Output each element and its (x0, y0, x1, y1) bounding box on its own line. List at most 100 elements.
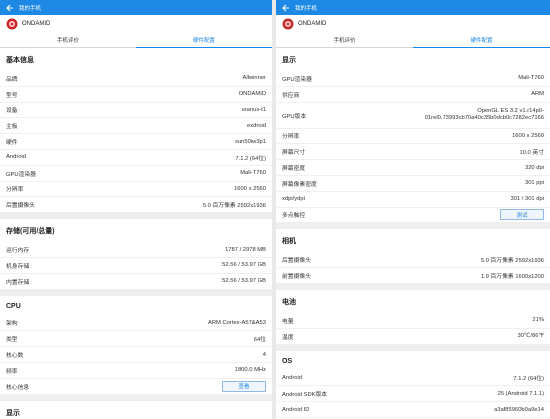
spec-value: 52.56 / 53.97 GB (222, 278, 266, 285)
spec-label: 类型 (6, 337, 18, 344)
spec-value: 301 / 301 dpi (510, 196, 544, 203)
spec-label: GPU渲染器 (6, 171, 36, 178)
right-screen: 我的手机 ONDAMID 手机评价 硬件配置 显示 GPU渲染器 Mali-T760… (276, 0, 550, 419)
spec-value: ARM Cortex-A57&A53 (208, 319, 266, 326)
tab-bar: 手机评价 硬件配置 (276, 33, 550, 48)
spec-label: 分辨率 (282, 134, 300, 141)
back-arrow-icon[interactable] (281, 0, 291, 15)
spec-value: Mali-T760 (518, 75, 544, 82)
spec-value: 1600 x 2560 (234, 185, 266, 192)
spec-label: Android (6, 154, 26, 161)
spec-label: xdpi/ydpi (282, 196, 305, 203)
spec-value: Mali-T760 (240, 170, 266, 177)
spec-label: Android (282, 374, 302, 381)
spec-row: GPU渲染器 Mali-T760 (0, 166, 272, 182)
spec-row: 类型 64位 (0, 331, 272, 348)
spec-value: a3af85960b0a9e14 (494, 406, 544, 413)
spec-label: GPU渲染器 (282, 76, 312, 83)
app-bar: 我的手机 (0, 0, 272, 15)
spec-label: 核心信息 (6, 384, 30, 391)
tab-phone-rating[interactable]: 手机评价 (0, 33, 136, 47)
spec-row: 电量 21% (276, 313, 550, 329)
spec-value: 25 (Android 7.1.1) (497, 390, 544, 397)
spec-label: 后置摄像头 (282, 258, 311, 265)
device-logo-icon (282, 18, 294, 30)
spec-value: 301 ppi (524, 180, 544, 187)
app-bar-title: 我的手机 (19, 5, 42, 12)
spec-label: 供应商 (282, 92, 300, 99)
spec-value: 320 dpi (524, 164, 544, 171)
spec-value: 64位 (253, 337, 266, 344)
spec-row: Android 7.1.2 (64位) (276, 371, 550, 387)
spec-label: Android SDK版本 (282, 392, 328, 399)
spec-value: 52.56 / 53.97 GB (222, 262, 266, 269)
section-title: 基本信息 (6, 57, 34, 64)
spec-label: Android ID (282, 406, 310, 413)
section-title: CPU (6, 302, 21, 310)
spec-value: 10.0 英寸 (519, 150, 545, 157)
spec-row: 机身存储 52.56 / 53.97 GB (0, 258, 272, 274)
spec-value: 7.1.2 (64位) (235, 155, 266, 162)
device-logo-icon (6, 18, 18, 30)
spec-row: GPU版本 OpenGL ES 3.2 v1.r14p0-01rel0.73993… (276, 103, 550, 129)
spec-list: 显示 GPU渲染器 Mali-T760 供应商 ARM GPU版本 OpenGL ES 3.… (276, 48, 550, 419)
spec-row: 后置摄像头 5.0 百万像素 2592x1936 (276, 252, 550, 269)
spec-list: 基本信息 品牌 Allwinner 型号 ONDAMID 设备 uranus-t1 主板 exd… (0, 48, 272, 419)
spec-label: 温度 (282, 334, 294, 341)
spec-action-button[interactable]: 查看 (222, 380, 266, 392)
section-title: 电池 (282, 298, 296, 306)
spec-row: 运行内存 1787 / 2978 MB (0, 242, 272, 258)
spec-action-button[interactable]: 测试 (500, 209, 544, 221)
spec-row: 后置摄像头 5.0 百万像素 2592x1936 (0, 197, 272, 214)
spec-label: 设备 (6, 108, 18, 115)
spec-row: 内置存储 52.56 / 53.97 GB (0, 274, 272, 290)
section-title: OS (282, 357, 293, 365)
spec-label: 屏幕密度 (282, 166, 306, 173)
spec-row: 品牌 Allwinner (0, 71, 272, 87)
spec-row: 多点触控 测试 (276, 208, 550, 224)
spec-row: Android 7.1.2 (64位) (0, 150, 272, 166)
spec-row: 频率 1800.0 MHz (0, 363, 272, 379)
spec-label: 多点触控 (282, 213, 306, 220)
tab-hardware-config[interactable]: 硬件配置 (413, 33, 550, 48)
spec-value: 21% (532, 317, 544, 324)
spec-value: uranus-t1 (241, 106, 267, 113)
device-brand: ONDAMID (22, 21, 51, 27)
spec-row: 核心数 4 (0, 347, 272, 363)
spec-label: 型号 (6, 92, 18, 99)
spec-row: 分辨率 1600 x 2560 (0, 182, 272, 198)
spec-label: GPU版本 (282, 113, 307, 120)
tab-bar: 手机评价 硬件配置 (0, 33, 272, 48)
spec-row: 型号 ONDAMID (0, 87, 272, 103)
spec-value: sun50iw3p1 (235, 138, 266, 145)
spec-label: 架构 (6, 321, 18, 328)
spec-value: Allwinner (242, 75, 266, 82)
spec-row: 屏幕密度 320 dpi (276, 160, 550, 176)
spec-value: 4 (262, 351, 266, 358)
tab-phone-rating[interactable]: 手机评价 (276, 33, 413, 47)
back-arrow-icon[interactable] (5, 0, 15, 15)
spec-label: 屏幕尺寸 (282, 150, 306, 157)
spec-label: 电量 (282, 318, 294, 325)
spec-value: 30℃/86℉ (517, 333, 544, 340)
spec-label: 内置存储 (6, 279, 30, 286)
spec-row: 屏幕尺寸 10.0 英寸 (276, 144, 550, 161)
spec-value: exdroid (246, 122, 266, 129)
spec-row: 分辨率 1600 x 2560 (276, 129, 550, 145)
device-header: ONDAMID (276, 15, 550, 33)
spec-label: 硬件 (6, 140, 18, 147)
spec-row: 温度 30℃/86℉ (276, 329, 550, 345)
spec-label: 运行内存 (6, 248, 30, 255)
device-brand: ONDAMID (298, 21, 327, 27)
left-screen: 我的手机 ONDAMID 手机评价 硬件配置 基本信息 品牌 Allwinner 型号… (0, 0, 272, 419)
tab-hardware-config[interactable]: 硬件配置 (136, 33, 272, 48)
spec-row: 硬件 sun50iw3p1 (0, 134, 272, 150)
spec-value: 1.9 百万像素 1600x1200 (480, 274, 544, 281)
spec-row: 架构 ARM Cortex-A57&A53 (0, 316, 272, 332)
section-title: 存储(可用/总量) (6, 228, 55, 236)
spec-row: 设备 uranus-t1 (0, 103, 272, 119)
spec-label: 频率 (6, 368, 18, 375)
spec-value: ARM (531, 91, 544, 98)
spec-label: 屏幕像素密度 (282, 181, 317, 188)
spec-label: 分辨率 (6, 187, 24, 194)
